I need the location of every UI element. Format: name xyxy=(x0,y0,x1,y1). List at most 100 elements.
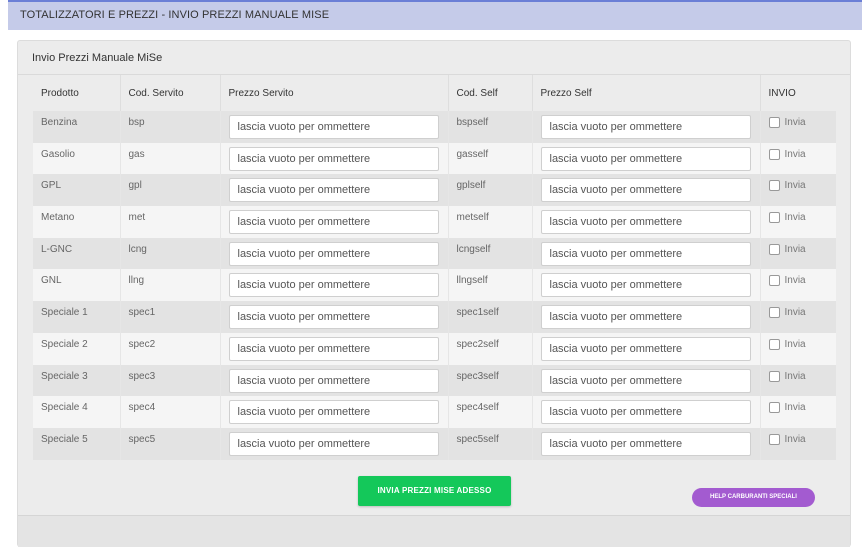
invio-checkbox[interactable] xyxy=(768,212,780,224)
prezzo-self-input[interactable] xyxy=(540,400,751,425)
invio-label-text: Invia xyxy=(784,212,806,224)
cell-cod-self: spec5self xyxy=(448,427,533,460)
invio-checkbox[interactable] xyxy=(768,433,780,445)
cell-invio: Invia xyxy=(760,396,836,428)
cell-prezzo-self xyxy=(532,269,761,302)
cell-prezzo-self xyxy=(532,301,761,333)
prezzo-servito-input[interactable] xyxy=(228,336,439,361)
prezzo-self-input[interactable] xyxy=(540,241,751,266)
invio-checkbox[interactable] xyxy=(768,307,780,319)
table-row: Benzinabsp bspself Invia xyxy=(33,111,836,143)
invio-checkbox[interactable] xyxy=(768,148,780,160)
invio-checkbox-label[interactable]: Invia xyxy=(768,180,837,192)
cell-invio: Invia xyxy=(760,111,836,143)
invio-checkbox-label[interactable]: Invia xyxy=(768,338,837,350)
cell-prezzo-servito xyxy=(220,142,449,175)
prezzo-servito-input[interactable] xyxy=(228,273,439,298)
column-header-prezzo-self: Prezzo Self xyxy=(532,75,761,111)
invio-checkbox[interactable] xyxy=(768,370,780,382)
cell-cod-self: metself xyxy=(448,206,533,238)
invio-checkbox-label[interactable]: Invia xyxy=(768,117,837,128)
cell-prezzo-self xyxy=(532,332,761,365)
cell-invio: Invia xyxy=(760,269,837,302)
prezzo-self-input[interactable] xyxy=(540,336,751,361)
invio-checkbox-label[interactable]: Invia xyxy=(768,243,837,255)
invio-checkbox-label[interactable]: Invia xyxy=(768,212,837,224)
table-row: Gasoliogas gasself Invia xyxy=(33,142,837,175)
cell-cod-servito: spec2 xyxy=(120,332,221,365)
column-header-invio: INVIO xyxy=(760,75,836,111)
prices-table: Prodotto Cod. Servito Prezzo Servito Cod… xyxy=(33,75,836,460)
cell-prezzo-self xyxy=(532,396,761,428)
cell-cod-servito: spec4 xyxy=(120,396,221,428)
prezzo-self-input[interactable] xyxy=(540,146,751,171)
cell-cod-self: spec3self xyxy=(448,364,533,397)
prezzo-servito-input[interactable] xyxy=(228,305,439,330)
invio-checkbox[interactable] xyxy=(768,243,780,255)
table-row: Speciale 4spec4 spec4self Invia xyxy=(33,396,836,428)
cell-invio: Invia xyxy=(760,174,837,207)
cell-prezzo-servito xyxy=(220,206,449,238)
column-header-prezzo-servito: Prezzo Servito xyxy=(220,75,449,111)
invio-checkbox[interactable] xyxy=(768,180,780,192)
cell-cod-servito: gpl xyxy=(120,174,221,207)
invio-label-text: Invia xyxy=(784,117,806,128)
send-mise-prices-button[interactable]: INVIA PREZZI MISE ADESSO xyxy=(358,476,511,506)
prezzo-self-input[interactable] xyxy=(540,210,751,235)
cell-invio: Invia xyxy=(760,237,837,270)
invio-label-text: Invia xyxy=(784,180,806,192)
prezzo-self-input[interactable] xyxy=(540,273,751,298)
invio-checkbox-label[interactable]: Invia xyxy=(768,307,837,319)
invio-checkbox[interactable] xyxy=(768,402,780,414)
cell-cod-self: spec4self xyxy=(448,396,533,428)
prezzo-servito-input[interactable] xyxy=(228,368,439,393)
prezzo-self-input[interactable] xyxy=(540,368,751,393)
invio-checkbox[interactable] xyxy=(768,275,780,287)
invio-checkbox[interactable] xyxy=(768,338,780,350)
prezzo-servito-input[interactable] xyxy=(228,241,439,266)
cell-prodotto: Speciale 1 xyxy=(33,301,121,333)
prezzo-self-input[interactable] xyxy=(540,305,751,330)
cell-prodotto: Speciale 2 xyxy=(33,332,121,365)
cell-prodotto: Speciale 3 xyxy=(33,364,121,397)
invio-checkbox-label[interactable]: Invia xyxy=(768,370,837,382)
prezzo-servito-input[interactable] xyxy=(228,431,439,456)
table-row: L-GNClcng lcngself Invia xyxy=(33,237,837,270)
cell-prodotto: Speciale 5 xyxy=(33,427,121,460)
prezzo-servito-input[interactable] xyxy=(228,178,439,203)
prezzo-servito-input[interactable] xyxy=(228,210,439,235)
invio-checkbox-label[interactable]: Invia xyxy=(768,402,837,414)
invio-checkbox-label[interactable]: Invia xyxy=(768,433,837,445)
table-row: Speciale 2spec2 spec2self Invia xyxy=(33,332,837,365)
cell-prezzo-self xyxy=(532,142,761,175)
invio-checkbox-label[interactable]: Invia xyxy=(768,148,837,160)
cell-cod-self: gasself xyxy=(448,142,533,175)
manual-price-panel: Invio Prezzi Manuale MiSe Prodotto Cod. … xyxy=(17,40,851,547)
cell-invio: Invia xyxy=(760,427,837,460)
cell-cod-servito: bsp xyxy=(120,111,221,143)
prezzo-servito-input[interactable] xyxy=(228,146,439,171)
prezzo-self-input[interactable] xyxy=(540,431,751,456)
cell-invio: Invia xyxy=(760,142,837,175)
invio-checkbox[interactable] xyxy=(768,117,780,128)
cell-prodotto: Metano xyxy=(33,206,121,238)
table-row: Speciale 1spec1 spec1self Invia xyxy=(33,301,836,333)
cell-invio: Invia xyxy=(760,206,836,238)
cell-cod-servito: spec3 xyxy=(120,364,221,397)
cell-prezzo-servito xyxy=(220,332,449,365)
prezzo-self-input[interactable] xyxy=(540,178,751,203)
prezzo-servito-input[interactable] xyxy=(228,400,439,425)
cell-cod-self: gplself xyxy=(448,174,533,207)
cell-cod-self: bspself xyxy=(448,111,533,143)
cell-cod-self: llngself xyxy=(448,269,533,302)
cell-prezzo-self xyxy=(532,174,761,207)
cell-cod-servito: gas xyxy=(120,142,221,175)
column-header-prodotto: Prodotto xyxy=(33,75,121,111)
invio-checkbox-label[interactable]: Invia xyxy=(768,275,837,287)
panel-title: Invio Prezzi Manuale MiSe xyxy=(32,52,163,64)
help-special-fuels-button[interactable]: HELP CARBURANTI SPECIALI xyxy=(692,488,815,507)
prezzo-servito-input[interactable] xyxy=(228,115,439,139)
cell-invio: Invia xyxy=(760,332,837,365)
table-row: Speciale 3spec3 spec3self Invia xyxy=(33,364,837,397)
prezzo-self-input[interactable] xyxy=(540,115,751,139)
